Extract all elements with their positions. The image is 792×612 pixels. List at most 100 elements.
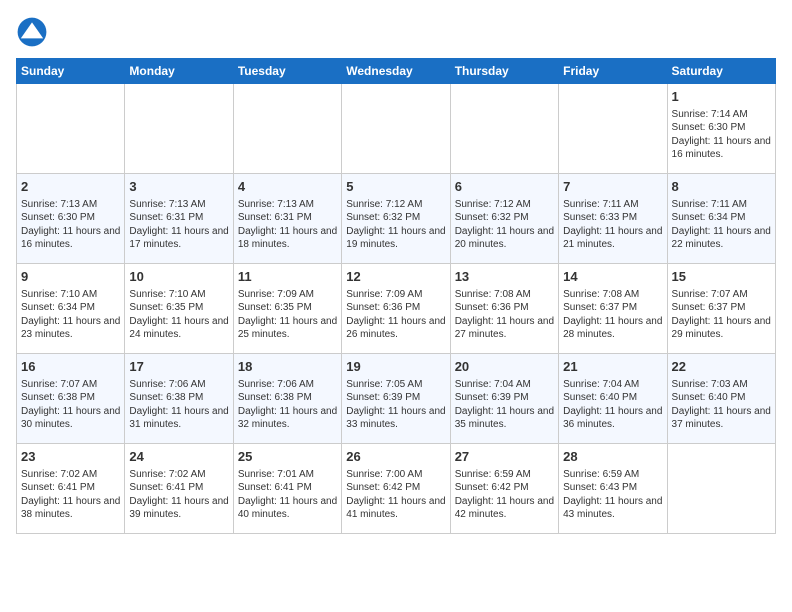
calendar-header-row: SundayMondayTuesdayWednesdayThursdayFrid… bbox=[17, 59, 776, 84]
day-info: Sunrise: 7:03 AM Sunset: 6:40 PM Dayligh… bbox=[672, 378, 771, 432]
calendar-cell: 13 Sunrise: 7:08 AM Sunset: 6:36 PM Dayli… bbox=[450, 264, 558, 354]
day-number: 7 bbox=[563, 178, 662, 196]
column-header-thursday: Thursday bbox=[450, 59, 558, 84]
calendar-cell: 19 Sunrise: 7:05 AM Sunset: 6:39 PM Dayli… bbox=[342, 354, 450, 444]
day-info: Sunrise: 7:08 AM Sunset: 6:36 PM Dayligh… bbox=[455, 288, 554, 342]
day-info: Sunrise: 7:09 AM Sunset: 6:35 PM Dayligh… bbox=[238, 288, 337, 342]
day-number: 27 bbox=[455, 448, 554, 466]
calendar-cell: 18 Sunrise: 7:06 AM Sunset: 6:38 PM Dayli… bbox=[233, 354, 341, 444]
calendar-cell: 6 Sunrise: 7:12 AM Sunset: 6:32 PM Daylig… bbox=[450, 174, 558, 264]
logo bbox=[16, 16, 52, 48]
calendar-cell: 9 Sunrise: 7:10 AM Sunset: 6:34 PM Daylig… bbox=[17, 264, 125, 354]
calendar-cell bbox=[667, 444, 775, 534]
day-number: 21 bbox=[563, 358, 662, 376]
calendar-week-row: 9 Sunrise: 7:10 AM Sunset: 6:34 PM Daylig… bbox=[17, 264, 776, 354]
calendar-cell: 7 Sunrise: 7:11 AM Sunset: 6:33 PM Daylig… bbox=[559, 174, 667, 264]
calendar-cell bbox=[559, 84, 667, 174]
day-info: Sunrise: 7:07 AM Sunset: 6:38 PM Dayligh… bbox=[21, 378, 120, 432]
calendar-cell: 3 Sunrise: 7:13 AM Sunset: 6:31 PM Daylig… bbox=[125, 174, 233, 264]
day-number: 11 bbox=[238, 268, 337, 286]
day-number: 13 bbox=[455, 268, 554, 286]
day-info: Sunrise: 7:04 AM Sunset: 6:39 PM Dayligh… bbox=[455, 378, 554, 432]
calendar-cell: 15 Sunrise: 7:07 AM Sunset: 6:37 PM Dayli… bbox=[667, 264, 775, 354]
column-header-saturday: Saturday bbox=[667, 59, 775, 84]
column-header-friday: Friday bbox=[559, 59, 667, 84]
calendar-cell: 2Sunrise: 7:13 AM Sunset: 6:30 PM Daylig… bbox=[17, 174, 125, 264]
day-info: Sunrise: 7:02 AM Sunset: 6:41 PM Dayligh… bbox=[21, 468, 120, 522]
calendar-week-row: 2Sunrise: 7:13 AM Sunset: 6:30 PM Daylig… bbox=[17, 174, 776, 264]
day-info: Sunrise: 7:04 AM Sunset: 6:40 PM Dayligh… bbox=[563, 378, 662, 432]
day-number: 18 bbox=[238, 358, 337, 376]
calendar-cell: 12 Sunrise: 7:09 AM Sunset: 6:36 PM Dayli… bbox=[342, 264, 450, 354]
column-header-sunday: Sunday bbox=[17, 59, 125, 84]
day-info: Sunrise: 7:08 AM Sunset: 6:37 PM Dayligh… bbox=[563, 288, 662, 342]
day-number: 8 bbox=[672, 178, 771, 196]
day-info: Sunrise: 7:06 AM Sunset: 6:38 PM Dayligh… bbox=[129, 378, 228, 432]
calendar-week-row: 23 Sunrise: 7:02 AM Sunset: 6:41 PM Dayli… bbox=[17, 444, 776, 534]
day-info: Sunrise: 7:00 AM Sunset: 6:42 PM Dayligh… bbox=[346, 468, 445, 522]
day-info: Sunrise: 7:02 AM Sunset: 6:41 PM Dayligh… bbox=[129, 468, 228, 522]
calendar-cell: 8Sunrise: 7:11 AM Sunset: 6:34 PM Daylig… bbox=[667, 174, 775, 264]
day-number: 15 bbox=[672, 268, 771, 286]
day-info: Sunrise: 7:12 AM Sunset: 6:32 PM Dayligh… bbox=[346, 198, 445, 252]
calendar-cell bbox=[125, 84, 233, 174]
calendar-cell: 21 Sunrise: 7:04 AM Sunset: 6:40 PM Dayli… bbox=[559, 354, 667, 444]
day-info: Sunrise: 7:10 AM Sunset: 6:35 PM Dayligh… bbox=[129, 288, 228, 342]
header bbox=[16, 16, 776, 48]
column-header-wednesday: Wednesday bbox=[342, 59, 450, 84]
day-number: 24 bbox=[129, 448, 228, 466]
day-info: Sunrise: 7:06 AM Sunset: 6:38 PM Dayligh… bbox=[238, 378, 337, 432]
calendar-cell bbox=[450, 84, 558, 174]
calendar-cell: 27 Sunrise: 6:59 AM Sunset: 6:42 PM Dayli… bbox=[450, 444, 558, 534]
calendar-cell: 26 Sunrise: 7:00 AM Sunset: 6:42 PM Dayli… bbox=[342, 444, 450, 534]
day-info: Sunrise: 7:13 AM Sunset: 6:31 PM Dayligh… bbox=[129, 198, 228, 252]
calendar-week-row: 1 Sunrise: 7:14 AM Sunset: 6:30 PM Daylig… bbox=[17, 84, 776, 174]
day-number: 23 bbox=[21, 448, 120, 466]
day-number: 5 bbox=[346, 178, 445, 196]
calendar-cell: 16 Sunrise: 7:07 AM Sunset: 6:38 PM Dayli… bbox=[17, 354, 125, 444]
calendar-cell: 23 Sunrise: 7:02 AM Sunset: 6:41 PM Dayli… bbox=[17, 444, 125, 534]
day-number: 10 bbox=[129, 268, 228, 286]
day-number: 4 bbox=[238, 178, 337, 196]
calendar-cell: 24 Sunrise: 7:02 AM Sunset: 6:41 PM Dayli… bbox=[125, 444, 233, 534]
calendar-cell: 5 Sunrise: 7:12 AM Sunset: 6:32 PM Daylig… bbox=[342, 174, 450, 264]
day-number: 26 bbox=[346, 448, 445, 466]
calendar-cell: 22 Sunrise: 7:03 AM Sunset: 6:40 PM Dayli… bbox=[667, 354, 775, 444]
day-number: 14 bbox=[563, 268, 662, 286]
day-info: Sunrise: 7:09 AM Sunset: 6:36 PM Dayligh… bbox=[346, 288, 445, 342]
day-number: 19 bbox=[346, 358, 445, 376]
day-info: Sunrise: 7:05 AM Sunset: 6:39 PM Dayligh… bbox=[346, 378, 445, 432]
calendar-cell bbox=[342, 84, 450, 174]
day-number: 20 bbox=[455, 358, 554, 376]
day-info: Sunrise: 7:12 AM Sunset: 6:32 PM Dayligh… bbox=[455, 198, 554, 252]
day-number: 1 bbox=[672, 88, 771, 106]
day-number: 22 bbox=[672, 358, 771, 376]
day-number: 6 bbox=[455, 178, 554, 196]
calendar-cell: 11 Sunrise: 7:09 AM Sunset: 6:35 PM Dayli… bbox=[233, 264, 341, 354]
day-number: 16 bbox=[21, 358, 120, 376]
column-header-monday: Monday bbox=[125, 59, 233, 84]
day-number: 12 bbox=[346, 268, 445, 286]
logo-icon bbox=[16, 16, 48, 48]
calendar-cell bbox=[17, 84, 125, 174]
day-info: Sunrise: 7:14 AM Sunset: 6:30 PM Dayligh… bbox=[672, 108, 771, 162]
calendar-cell: 28 Sunrise: 6:59 AM Sunset: 6:43 PM Dayli… bbox=[559, 444, 667, 534]
day-number: 3 bbox=[129, 178, 228, 196]
calendar-cell: 1 Sunrise: 7:14 AM Sunset: 6:30 PM Daylig… bbox=[667, 84, 775, 174]
calendar-cell: 20 Sunrise: 7:04 AM Sunset: 6:39 PM Dayli… bbox=[450, 354, 558, 444]
calendar-cell: 14 Sunrise: 7:08 AM Sunset: 6:37 PM Dayli… bbox=[559, 264, 667, 354]
calendar-cell: 4 Sunrise: 7:13 AM Sunset: 6:31 PM Daylig… bbox=[233, 174, 341, 264]
day-info: Sunrise: 7:13 AM Sunset: 6:31 PM Dayligh… bbox=[238, 198, 337, 252]
day-info: Sunrise: 6:59 AM Sunset: 6:43 PM Dayligh… bbox=[563, 468, 662, 522]
day-info: Sunrise: 7:10 AM Sunset: 6:34 PM Dayligh… bbox=[21, 288, 120, 342]
calendar-cell: 10 Sunrise: 7:10 AM Sunset: 6:35 PM Dayli… bbox=[125, 264, 233, 354]
day-number: 28 bbox=[563, 448, 662, 466]
day-info: Sunrise: 6:59 AM Sunset: 6:42 PM Dayligh… bbox=[455, 468, 554, 522]
calendar-cell: 17 Sunrise: 7:06 AM Sunset: 6:38 PM Dayli… bbox=[125, 354, 233, 444]
day-info: Sunrise: 7:11 AM Sunset: 6:33 PM Dayligh… bbox=[563, 198, 662, 252]
day-number: 17 bbox=[129, 358, 228, 376]
day-number: 25 bbox=[238, 448, 337, 466]
day-number: 9 bbox=[21, 268, 120, 286]
day-info: Sunrise: 7:07 AM Sunset: 6:37 PM Dayligh… bbox=[672, 288, 771, 342]
calendar-cell: 25Sunrise: 7:01 AM Sunset: 6:41 PM Dayli… bbox=[233, 444, 341, 534]
